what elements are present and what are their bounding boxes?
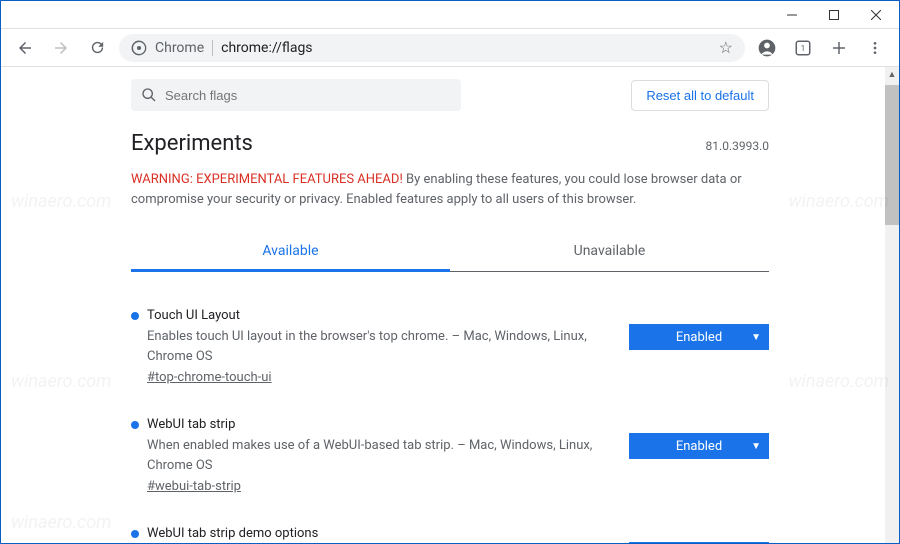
flag-state-dropdown[interactable]: Enabled ▼ bbox=[629, 433, 769, 459]
flag-hash-link[interactable]: #top-chrome-touch-ui bbox=[147, 370, 609, 385]
url-label-chrome: Chrome bbox=[155, 40, 213, 56]
address-bar[interactable]: Chrome chrome://flags ☆ bbox=[119, 34, 745, 62]
svg-text:1: 1 bbox=[801, 44, 806, 54]
flag-title: WebUI tab strip bbox=[147, 417, 235, 432]
tabs-row: Available Unavailable bbox=[131, 233, 769, 272]
warning-text: WARNING: EXPERIMENTAL FEATURES AHEAD! By… bbox=[131, 170, 769, 209]
scroll-up-icon[interactable]: ▲ bbox=[885, 67, 899, 81]
nav-reload-button[interactable] bbox=[83, 34, 111, 62]
version-label: 81.0.3993.0 bbox=[706, 139, 769, 153]
site-info-icon[interactable] bbox=[131, 40, 147, 56]
flag-item: Touch UI Layout Enables touch UI layout … bbox=[131, 296, 769, 405]
bookmark-star-icon[interactable]: ☆ bbox=[719, 38, 733, 57]
page-title: Experiments bbox=[131, 131, 253, 156]
nav-back-button[interactable] bbox=[11, 34, 39, 62]
browser-toolbar: Chrome chrome://flags ☆ 1 bbox=[1, 29, 899, 67]
flag-description: When enabled makes use of a WebUI-based … bbox=[147, 436, 609, 475]
search-icon bbox=[141, 87, 157, 103]
flag-hash-link[interactable]: #webui-tab-strip bbox=[147, 479, 609, 494]
profile-icon[interactable] bbox=[753, 34, 781, 62]
flag-state-dropdown[interactable]: Enabled ▼ bbox=[629, 542, 769, 543]
reset-all-button[interactable]: Reset all to default bbox=[631, 80, 769, 111]
chevron-down-icon: ▼ bbox=[751, 332, 761, 343]
search-flags-box[interactable] bbox=[131, 79, 461, 111]
flag-title: WebUI tab strip demo options bbox=[147, 526, 318, 541]
window-minimize-button[interactable] bbox=[771, 1, 813, 29]
warning-prefix: WARNING: EXPERIMENTAL FEATURES AHEAD! bbox=[131, 172, 403, 187]
menu-icon[interactable] bbox=[861, 34, 889, 62]
flag-bullet-icon bbox=[131, 312, 139, 320]
flag-title: Touch UI Layout bbox=[147, 308, 240, 323]
scrollbar[interactable]: ▲ bbox=[885, 67, 899, 543]
nav-forward-button[interactable] bbox=[47, 34, 75, 62]
window-close-button[interactable] bbox=[855, 1, 897, 29]
tab-available[interactable]: Available bbox=[131, 233, 450, 272]
flag-item: WebUI tab strip When enabled makes use o… bbox=[131, 405, 769, 514]
url-text: chrome://flags bbox=[221, 40, 711, 56]
flag-item: WebUI tab strip demo options When enable… bbox=[131, 514, 769, 543]
window-maximize-button[interactable] bbox=[813, 1, 855, 29]
flag-bullet-icon bbox=[131, 421, 139, 429]
new-tab-button[interactable] bbox=[825, 34, 853, 62]
tab-count-icon[interactable]: 1 bbox=[789, 34, 817, 62]
chevron-down-icon: ▼ bbox=[751, 441, 761, 452]
flag-bullet-icon bbox=[131, 530, 139, 538]
tab-unavailable[interactable]: Unavailable bbox=[450, 233, 769, 271]
flag-description: Enables touch UI layout in the browser's… bbox=[147, 327, 609, 366]
scrollbar-thumb[interactable] bbox=[885, 85, 899, 225]
search-input[interactable] bbox=[165, 88, 451, 103]
window-titlebar bbox=[1, 1, 899, 29]
flags-list: Touch UI Layout Enables touch UI layout … bbox=[131, 296, 769, 543]
flag-state-dropdown[interactable]: Enabled ▼ bbox=[629, 324, 769, 350]
